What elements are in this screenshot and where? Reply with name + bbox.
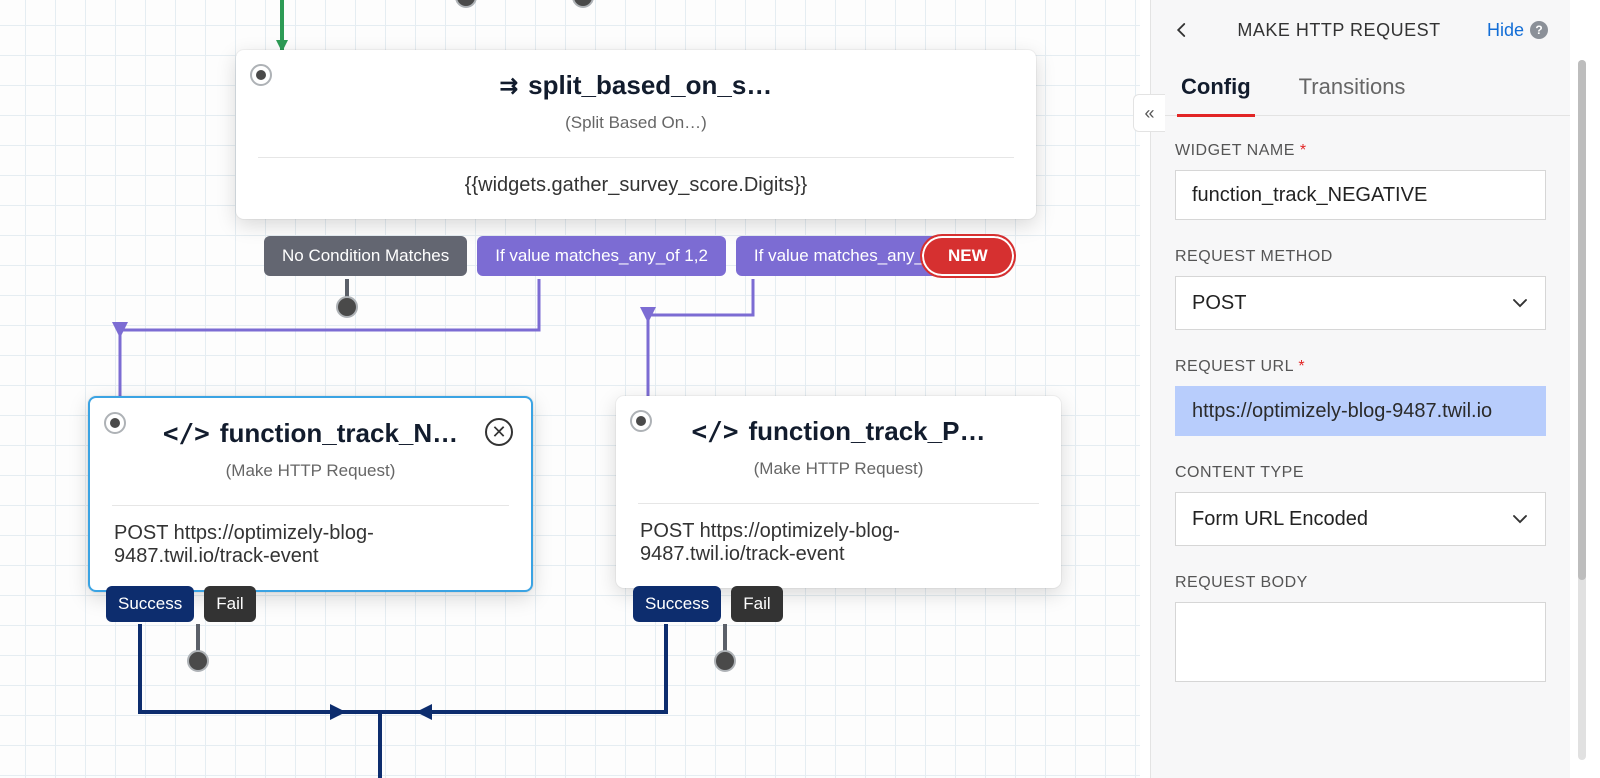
- label-widget-name: WIDGET NAME *: [1175, 142, 1546, 160]
- scrollbar-thumb[interactable]: [1578, 60, 1586, 580]
- widget-body: POST https://optimizely-blog-9487.twil.i…: [90, 506, 531, 590]
- connector-handle[interactable]: [572, 0, 594, 8]
- label-content-type: CONTENT TYPE: [1175, 464, 1546, 482]
- request-url-input[interactable]: [1175, 386, 1546, 436]
- widget-function-track-negative[interactable]: ✕ </> function_track_N… (Make HTTP Reque…: [88, 396, 533, 592]
- content-type-select[interactable]: Form URL Encoded: [1175, 492, 1546, 546]
- connector-handle[interactable]: [455, 0, 477, 8]
- tab-transitions[interactable]: Transitions: [1295, 60, 1410, 117]
- chevron-down-icon: [1511, 294, 1529, 312]
- connector-handle[interactable]: [714, 650, 736, 672]
- label-request-method: REQUEST METHOD: [1175, 248, 1546, 266]
- code-icon: </>: [692, 417, 739, 447]
- chip-success[interactable]: Success: [106, 586, 194, 622]
- tab-config[interactable]: Config: [1177, 60, 1255, 117]
- widget-function-track-positive[interactable]: </> function_track_P… (Make HTTP Request…: [616, 396, 1061, 588]
- code-icon: </>: [163, 419, 210, 449]
- split-icon: ⇉: [500, 73, 518, 99]
- widget-body: {{widgets.gather_survey_score.Digits}}: [236, 158, 1036, 219]
- collapse-panel-button[interactable]: «: [1133, 94, 1165, 132]
- label-request-url: REQUEST URL *: [1175, 358, 1546, 376]
- chevron-left-double-icon: «: [1144, 103, 1154, 124]
- panel-title: MAKE HTTP REQUEST: [1207, 20, 1471, 41]
- widget-subtitle: (Make HTTP Request): [118, 461, 503, 481]
- chip-condition-1[interactable]: If value matches_any_of 1,2: [477, 236, 726, 276]
- chip-fail[interactable]: Fail: [731, 586, 782, 622]
- widget-name-input[interactable]: [1175, 170, 1546, 220]
- hide-panel-button[interactable]: Hide ?: [1487, 20, 1548, 41]
- config-form: WIDGET NAME * REQUEST METHOD POST REQUES…: [1151, 116, 1570, 778]
- chevron-left-icon: [1173, 21, 1191, 39]
- connector-handle[interactable]: [336, 296, 358, 318]
- panel-tabs: Config Transitions: [1151, 60, 1570, 116]
- flow-canvas[interactable]: ⇉ split_based_on_s… (Split Based On…) {{…: [0, 0, 1140, 778]
- help-icon[interactable]: ?: [1530, 21, 1548, 39]
- inspector-panel: « MAKE HTTP REQUEST Hide ? Config Transi…: [1150, 0, 1570, 778]
- label-request-body: REQUEST BODY: [1175, 574, 1546, 592]
- widget-title: </> function_track_N…: [163, 418, 458, 449]
- chip-no-condition-matches[interactable]: No Condition Matches: [264, 236, 467, 276]
- chevron-down-icon: [1511, 510, 1529, 528]
- widget-body: POST https://optimizely-blog-9487.twil.i…: [616, 504, 1061, 588]
- widget-split-based-on[interactable]: ⇉ split_based_on_s… (Split Based On…) {{…: [236, 50, 1036, 219]
- widget-title: </> function_track_P…: [692, 416, 986, 447]
- request-body-textarea[interactable]: [1175, 602, 1546, 682]
- connector-handle[interactable]: [187, 650, 209, 672]
- back-button[interactable]: [1173, 15, 1191, 46]
- widget-subtitle: (Make HTTP Request): [644, 459, 1033, 479]
- chip-fail[interactable]: Fail: [204, 586, 255, 622]
- widget-subtitle: (Split Based On…): [264, 113, 1008, 133]
- widget-title: ⇉ split_based_on_s…: [500, 70, 773, 101]
- chip-new-condition[interactable]: NEW: [920, 234, 1016, 278]
- request-method-select[interactable]: POST: [1175, 276, 1546, 330]
- chip-success[interactable]: Success: [633, 586, 721, 622]
